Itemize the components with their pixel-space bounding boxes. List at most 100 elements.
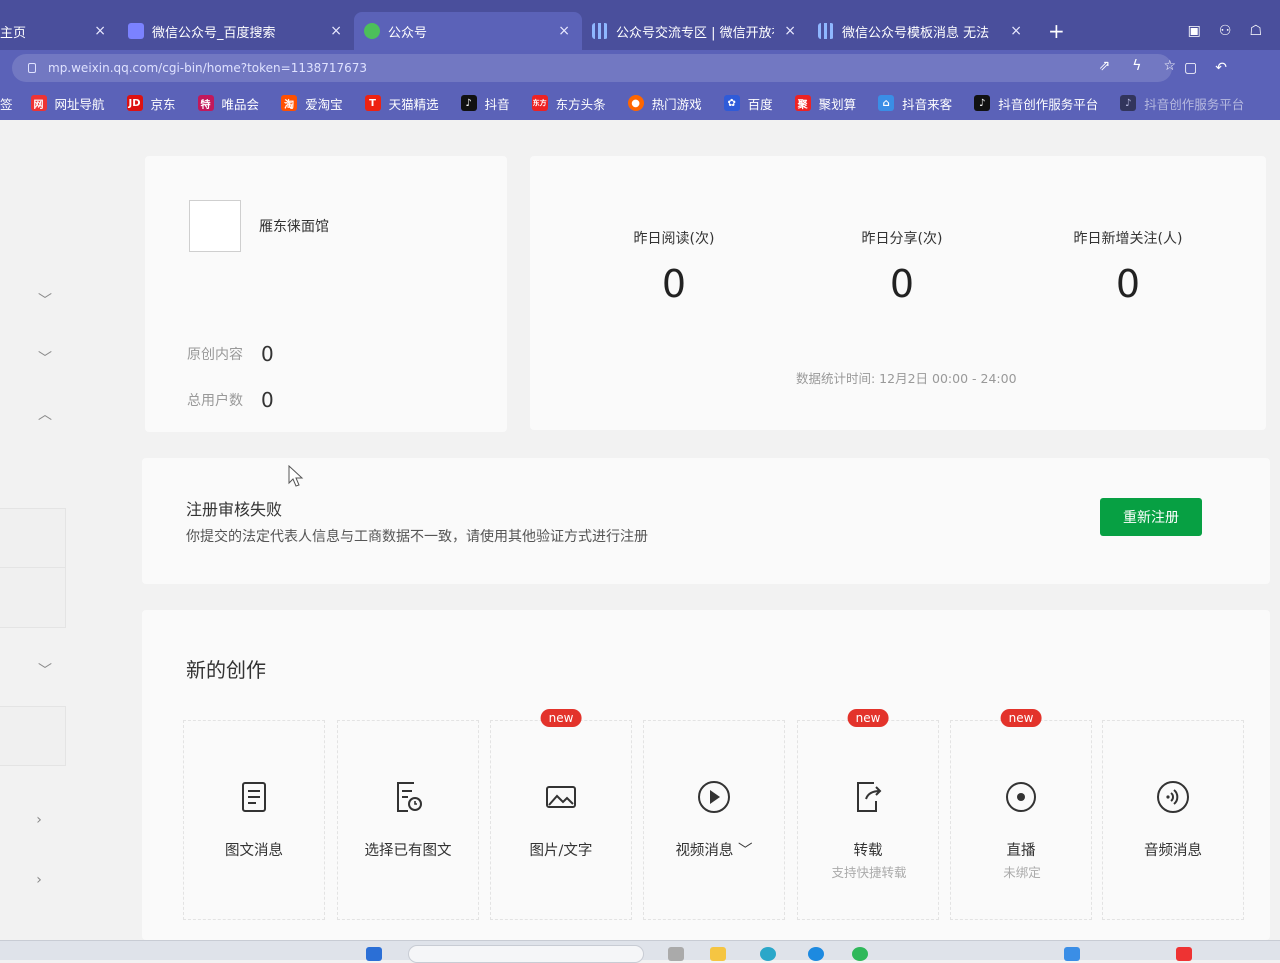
chevron-down-icon[interactable]: ﹀ xyxy=(36,348,54,367)
undo-icon[interactable]: ↶ xyxy=(1215,60,1227,76)
app-icon[interactable] xyxy=(668,947,684,961)
bookmark-item[interactable]: 淘爱淘宝 xyxy=(281,94,343,113)
original-content-label: 原创内容 xyxy=(187,347,243,363)
tray-icon[interactable] xyxy=(1176,947,1192,961)
repost-tile[interactable]: new 转载 支持快捷转载 xyxy=(797,709,939,920)
puzzle-icon[interactable]: ▢ xyxy=(1184,60,1197,76)
image-icon xyxy=(546,786,576,808)
bookmark-item[interactable]: 聚聚划算 xyxy=(794,94,856,113)
re-register-button[interactable]: 重新注册 xyxy=(1100,498,1202,536)
create-article-tile[interactable]: 图文消息 xyxy=(183,720,325,920)
audio-message-tile[interactable]: 音频消息 xyxy=(1102,720,1244,920)
tab-label: 公众号交流专区 | 微信开放社 xyxy=(616,25,775,41)
bookmark-icon: 淘 xyxy=(281,95,298,111)
close-icon[interactable]: × xyxy=(330,23,342,39)
live-tile[interactable]: new 直播 未绑定 xyxy=(950,709,1092,920)
bookmarks-bar: 签 网网址导航 JD 京东 特唯品会 淘爱淘宝 T 天猫精选 ♪ 抖音 东方 东方头条 … xyxy=(0,86,1280,120)
grid-icon xyxy=(592,23,608,39)
new-tab-button[interactable]: + xyxy=(1034,12,1079,50)
bookmark-item[interactable]: JD 京东 xyxy=(126,94,176,113)
total-users-label: 总用户数 xyxy=(187,393,243,409)
chevron-up-icon[interactable]: ︿ xyxy=(36,404,54,423)
account-name: 雁东徕面馆 xyxy=(259,219,329,235)
bookmark-icon: 网 xyxy=(30,95,47,111)
url-input[interactable]: mp.weixin.qq.com/cgi-bin/home?token=1138… xyxy=(12,54,1172,82)
tile-label: 直播 xyxy=(1006,843,1036,859)
bookmark-item[interactable]: ● 热门游戏 xyxy=(627,94,702,113)
sidebar: ﹀ ﹀ ︿ ﹀ › › xyxy=(0,120,128,940)
total-users-value: 0 xyxy=(261,388,274,412)
app-icon[interactable] xyxy=(852,947,868,961)
chevron-right-icon[interactable]: › xyxy=(30,812,48,830)
document-clock-icon xyxy=(397,782,422,812)
close-icon[interactable]: × xyxy=(94,23,106,39)
tile-sublabel: 未绑定 xyxy=(1003,865,1041,880)
original-content-stat: 原创内容 0 xyxy=(187,342,274,366)
os-taskbar xyxy=(0,940,1280,963)
tab-label: 微信公众号_百度搜索 xyxy=(152,25,276,41)
bookmark-icon: 聚 xyxy=(794,95,811,111)
star-icon[interactable]: ☆ xyxy=(1163,58,1176,74)
folder-icon[interactable] xyxy=(710,947,726,961)
tile-label: 视频消息 ﹀ xyxy=(675,843,753,859)
tab-open-community[interactable]: 公众号交流专区 | 微信开放社 × xyxy=(582,12,808,50)
page-content: ﹀ ﹀ ︿ ﹀ › › 雁东徕面馆 原创内容 0 总用户数 0 昨日阅读(次) … xyxy=(0,120,1280,940)
bookmark-icon: 特 xyxy=(197,95,214,111)
stats-time: 数据统计时间: 12月2日 00:00 - 24:00 xyxy=(796,371,1017,386)
bookmark-item[interactable]: ♪ 抖音 xyxy=(460,94,510,113)
account-card: 雁东徕面馆 原创内容 0 总用户数 0 xyxy=(145,156,507,432)
bookmark-item[interactable]: 签 xyxy=(0,94,13,113)
tile-label: 图文消息 xyxy=(225,843,283,859)
lightning-icon[interactable]: ϟ xyxy=(1132,58,1141,74)
close-icon[interactable]: × xyxy=(1010,23,1022,39)
chevron-down-icon[interactable]: ﹀ xyxy=(36,290,54,309)
play-icon xyxy=(698,781,730,813)
stat-value: 0 xyxy=(889,262,915,306)
tiktok-icon: ♪ xyxy=(460,95,477,111)
browser-tab-bar: 主页 × 微信公众号_百度搜索 × 公众号 × 公众号交流专区 | 微信开放社 … xyxy=(0,0,1280,50)
bookmark-item[interactable]: ⌂ 抖音来客 xyxy=(878,94,952,113)
video-message-tile[interactable]: 视频消息 ﹀ xyxy=(643,720,785,920)
original-content-value: 0 xyxy=(261,342,274,366)
browser-icon[interactable] xyxy=(808,947,824,961)
tab-template-message[interactable]: 微信公众号模板消息 无法 × xyxy=(808,12,1034,50)
shirt-icon[interactable]: ☖ xyxy=(1249,23,1262,39)
bookmark-item[interactable]: ♪ 抖音创作服务平台 xyxy=(1120,94,1244,113)
close-icon[interactable]: × xyxy=(558,23,570,39)
start-icon[interactable] xyxy=(366,947,382,961)
bookmark-item[interactable]: T 天猫精选 xyxy=(364,94,439,113)
edge-icon[interactable] xyxy=(760,947,776,961)
sidebar-item[interactable] xyxy=(0,508,66,568)
bookmark-item[interactable]: ♪ 抖音创作服务平台 xyxy=(974,94,1098,113)
sidebar-item[interactable] xyxy=(0,568,66,628)
tab-home[interactable]: 主页 × xyxy=(0,12,118,50)
new-badge: new xyxy=(540,709,582,727)
bookmark-item[interactable]: 网网址导航 xyxy=(30,94,105,113)
window-icon[interactable]: ▣ xyxy=(1188,23,1201,39)
open-external-icon[interactable]: ⇗ xyxy=(1098,58,1110,74)
share-doc-icon xyxy=(857,782,882,812)
tab-baidu-search[interactable]: 微信公众号_百度搜索 × xyxy=(118,12,354,50)
close-icon[interactable]: × xyxy=(784,23,796,39)
mouse-cursor-icon xyxy=(288,465,304,487)
extension-icon[interactable]: ⚇ xyxy=(1219,23,1232,39)
taskbar-search[interactable] xyxy=(408,945,644,963)
chevron-right-icon[interactable]: › xyxy=(30,872,48,890)
stat-yesterday-reads: 昨日阅读(次) 0 xyxy=(574,228,774,306)
tab-gongzhonghao[interactable]: 公众号 × xyxy=(354,12,582,50)
select-existing-article-tile[interactable]: 选择已有图文 xyxy=(337,720,479,920)
bookmark-icon: T xyxy=(364,95,381,111)
tab-label: 公众号 xyxy=(388,25,428,41)
avatar[interactable] xyxy=(189,200,241,252)
stat-yesterday-shares: 昨日分享(次) 0 xyxy=(802,228,1002,306)
bookmark-item[interactable]: ✿ 百度 xyxy=(723,94,773,113)
sidebar-item[interactable] xyxy=(0,706,66,766)
tray-icon[interactable] xyxy=(1064,947,1080,961)
stat-value: 0 xyxy=(1115,262,1141,306)
image-text-tile[interactable]: new 图片/文字 xyxy=(490,709,632,920)
tab-label: 主页 xyxy=(0,25,27,41)
bookmark-item[interactable]: 东方 东方头条 xyxy=(531,94,606,113)
chevron-down-icon[interactable]: ﹀ xyxy=(36,660,54,679)
document-icon xyxy=(242,782,266,812)
bookmark-item[interactable]: 特唯品会 xyxy=(197,94,259,113)
